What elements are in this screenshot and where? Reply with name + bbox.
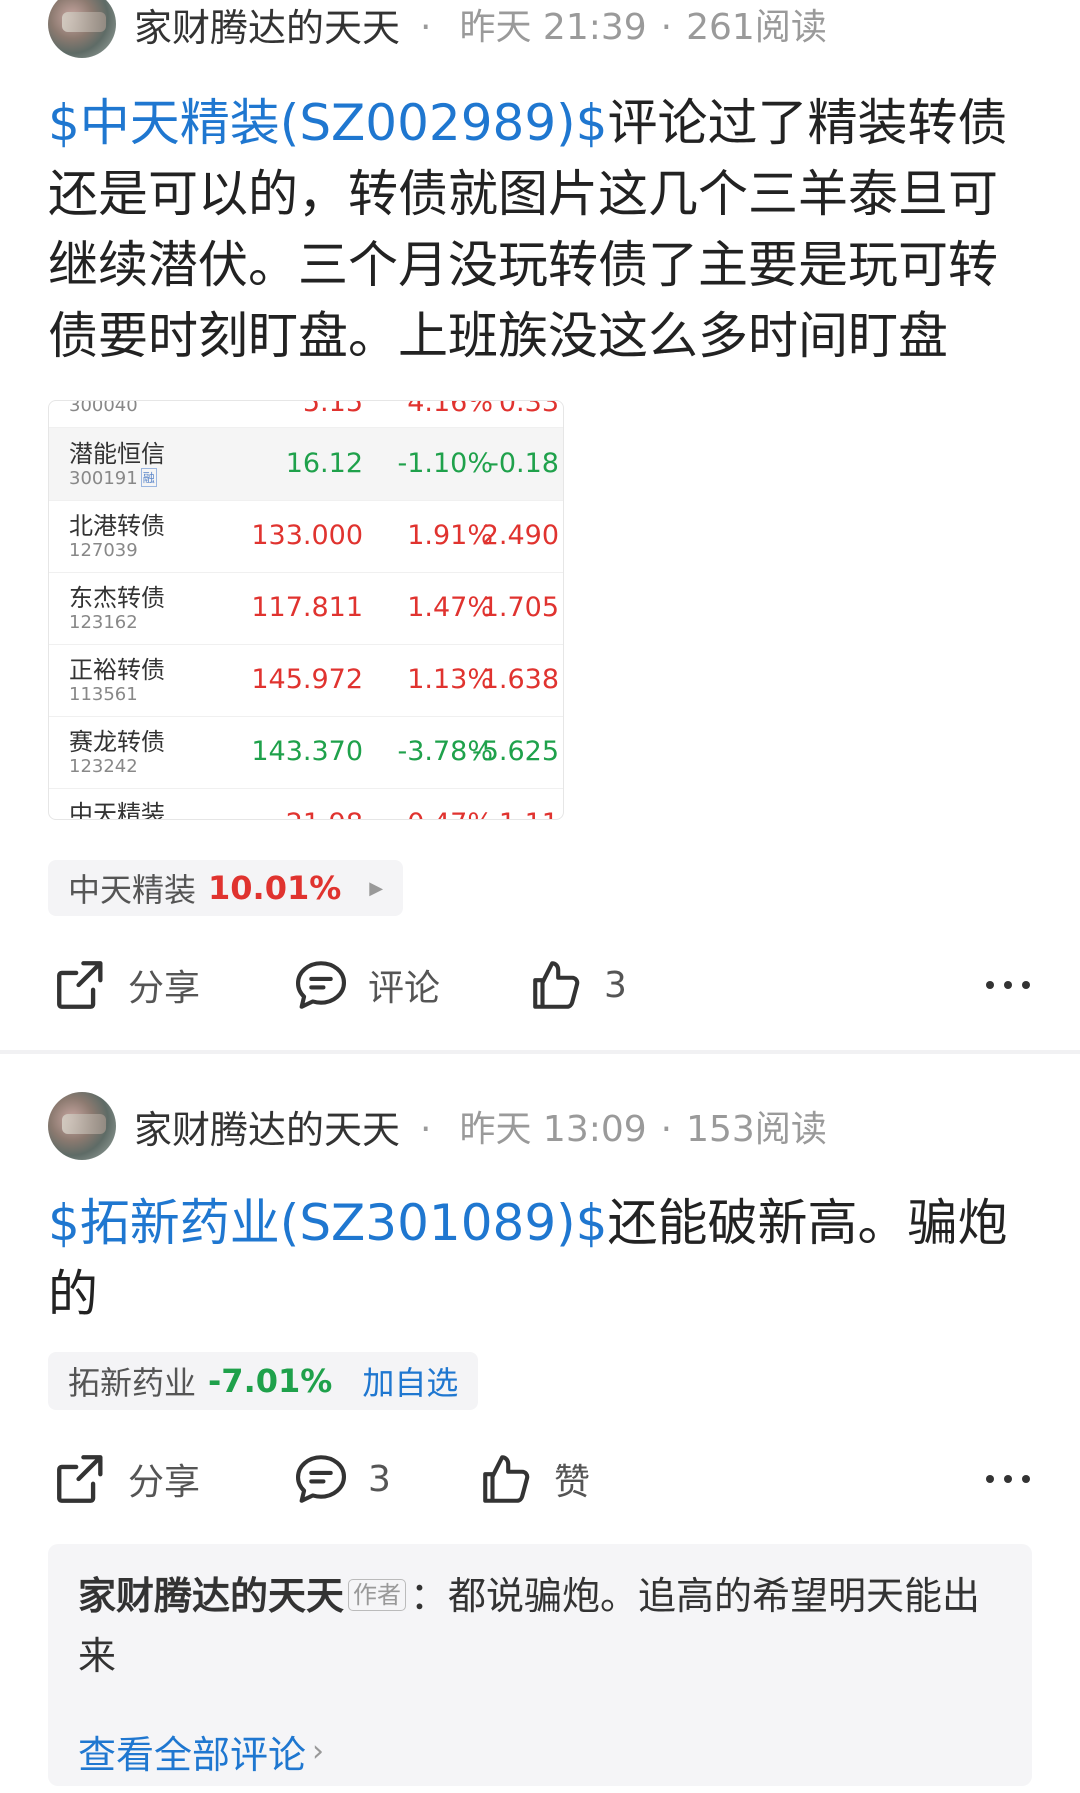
thumbs-up-icon xyxy=(483,1455,530,1503)
stock-tag[interactable]: 中天精装 10.01% ▶ xyxy=(48,860,404,916)
share-icon xyxy=(57,1455,103,1503)
quote-change: -1.11 xyxy=(459,808,559,819)
post-meta: · 昨天 13:09 · 153阅读 xyxy=(420,1109,827,1150)
post-meta: · 昨天 21:39 · 261阅读 xyxy=(420,7,827,48)
like-count: 3 xyxy=(604,964,627,1006)
comment-label: 评论 xyxy=(368,968,441,1009)
quote-code: 300040 xyxy=(69,400,138,416)
view-all-label: 查看全部评论 xyxy=(78,1733,307,1777)
quote-row: 东杰转债 123162 117.811 1.47% 1.705 xyxy=(49,572,563,645)
share-label: 分享 xyxy=(128,968,201,1009)
quote-code: 123162 xyxy=(69,612,138,633)
stock-link[interactable]: $中天精装(SZ002989)$ xyxy=(48,94,608,152)
quote-row: 北港转债 127039 133.000 1.91% 2.490 xyxy=(49,500,563,573)
read-count: 261阅读 xyxy=(686,7,827,48)
quote-change: 1.638 xyxy=(481,664,559,695)
quote-price: 5.15 xyxy=(302,400,363,418)
avatar[interactable] xyxy=(48,1092,116,1160)
post-header: 家财腾达的天天 · 昨天 13:09 · 153阅读 xyxy=(48,1090,827,1162)
more-icon xyxy=(986,981,1030,989)
quote-price: 143.370 xyxy=(251,736,363,767)
stock-tag[interactable]: 拓新药业 -7.01% 加自选 xyxy=(48,1352,479,1410)
stock-tag-name: 拓新药业 xyxy=(68,1364,197,1402)
thumbs-up-icon xyxy=(533,961,580,1009)
stock-link[interactable]: $拓新药业(SZ301089)$ xyxy=(48,1194,608,1252)
quote-change: 2.490 xyxy=(481,520,559,551)
quote-name: 东杰转债 xyxy=(69,584,165,612)
more-icon xyxy=(986,1475,1030,1483)
quote-change: 0.33 xyxy=(498,400,559,418)
attached-image[interactable]: 300040 5.15 4.16% 0.33 潜能恒信 300191 融 16.1… xyxy=(48,400,564,820)
comment-button[interactable]: 3 xyxy=(292,1444,391,1514)
margin-badge: 融 xyxy=(140,468,157,487)
quote-change: 1.705 xyxy=(481,592,559,623)
quote-name: 正裕转债 xyxy=(69,656,165,684)
comment-separator: ： xyxy=(410,1574,449,1618)
share-button[interactable]: 分享 xyxy=(52,950,200,1020)
stock-tag-name: 中天精装 xyxy=(68,871,197,909)
quote-code: 127039 xyxy=(69,540,138,561)
quote-code: 300191 融 xyxy=(69,468,157,489)
post-content[interactable]: $中天精装(SZ002989)$评论过了精装转债还是可以的，转债就图片这几个三羊… xyxy=(48,88,1028,372)
like-button[interactable]: 3 xyxy=(528,950,627,1020)
quote-name: 北港转债 xyxy=(69,512,165,540)
author-badge: 作者 xyxy=(348,1579,407,1611)
share-button[interactable]: 分享 xyxy=(52,1444,200,1514)
author-name[interactable]: 家财腾达的天天 xyxy=(134,1099,400,1154)
quote-row: 潜能恒信 300191 融 16.12 -1.10% -0.18 xyxy=(49,428,563,501)
quote-code: 113561 xyxy=(69,684,138,705)
post-actions: 分享 3 赞 xyxy=(48,1444,1032,1514)
quote-name: 赛龙转债 xyxy=(69,728,165,756)
comment-count: 3 xyxy=(368,1458,391,1500)
quote-row: 赛龙转债 123242 143.370 -3.78% -5.625 xyxy=(49,716,563,789)
more-button[interactable] xyxy=(984,950,1032,1020)
chevron-right-icon: › xyxy=(312,1734,325,1769)
stock-tag-change: 10.01% xyxy=(208,869,342,907)
comment-item[interactable]: 家财腾达的天天 作者 ：都说骗炮。追高的希望明天能出来 xyxy=(78,1566,1008,1686)
post: 家财腾达的天天 · 昨天 21:39 · 261阅读 $中天精装(SZ002989)$… xyxy=(0,0,1080,1052)
quote-price: 16.12 xyxy=(285,448,363,479)
avatar[interactable] xyxy=(48,0,116,58)
quote-price: 133.000 xyxy=(251,520,363,551)
quote-name: 潜能恒信 xyxy=(69,440,165,468)
view-all-comments-link[interactable]: 查看全部评论 › xyxy=(78,1724,324,1779)
quote-change: -0.18 xyxy=(489,448,559,479)
comment-author[interactable]: 家财腾达的天天 xyxy=(78,1574,344,1618)
quote-price: 117.811 xyxy=(251,592,363,623)
post-content[interactable]: $拓新药业(SZ301089)$还能破新高。骗炮的 xyxy=(48,1188,1028,1330)
like-button[interactable]: 赞 xyxy=(478,1444,590,1514)
more-button[interactable] xyxy=(984,1444,1032,1514)
comment-icon xyxy=(295,1455,347,1503)
stock-tag-change: -7.01% xyxy=(208,1362,333,1400)
comment-icon xyxy=(295,961,347,1009)
read-count: 153阅读 xyxy=(686,1109,827,1150)
quote-row: 300040 5.15 4.16% 0.33 xyxy=(49,400,563,428)
post: 家财腾达的天天 · 昨天 13:09 · 153阅读 $拓新药业(SZ301089)$… xyxy=(0,1054,1080,1793)
play-arrow-icon: ▶ xyxy=(369,877,384,899)
quote-row: 正裕转债 113561 145.972 1.13% 1.638 xyxy=(49,644,563,717)
quote-name: 中天精装 xyxy=(69,800,165,820)
quote-code: 123242 xyxy=(69,756,138,777)
post-actions: 分享 评论 3 xyxy=(48,950,1032,1020)
comment-preview: 家财腾达的天天 作者 ：都说骗炮。追高的希望明天能出来 查看全部评论 › xyxy=(48,1544,1032,1786)
like-label: 赞 xyxy=(554,1462,591,1503)
post-time: 昨天 21:39 xyxy=(459,7,647,48)
post-header: 家财腾达的天天 · 昨天 21:39 · 261阅读 xyxy=(48,0,827,60)
comment-button[interactable]: 评论 xyxy=(292,950,440,1020)
author-name[interactable]: 家财腾达的天天 xyxy=(134,0,400,52)
quote-price: 21.98 xyxy=(229,808,363,819)
quote-change: -5.625 xyxy=(471,736,559,767)
quote-row: 中天精装 21.98 -0.47% -1.11 xyxy=(49,788,563,820)
post-time: 昨天 13:09 xyxy=(459,1109,647,1150)
quote-price: 145.972 xyxy=(251,664,363,695)
share-icon xyxy=(57,961,103,1009)
add-watchlist-button[interactable]: 加自选 xyxy=(362,1358,458,1404)
share-label: 分享 xyxy=(128,1462,201,1503)
